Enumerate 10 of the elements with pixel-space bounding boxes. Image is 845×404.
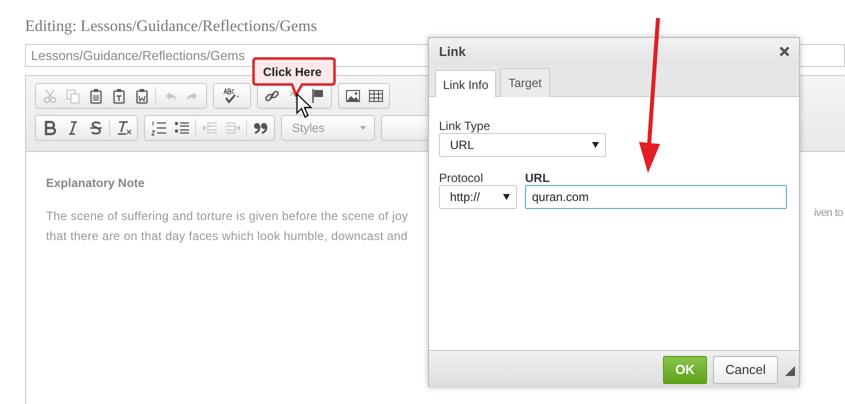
field-label: Protocol (439, 171, 484, 185)
field-label: Link Type (439, 119, 492, 133)
note-heading: Explanatory Note (46, 175, 145, 192)
page-title: Editing: Lessons/Guidance/Reflections/Gems (25, 17, 318, 37)
paragraph-line: iven to (814, 206, 843, 221)
dialog-title: Link (439, 42, 466, 61)
paragraph-line: that there are on that day faces which look humble, downcast and (46, 228, 408, 245)
field-label: URL (525, 171, 551, 185)
paragraph-line: The scene of suffering and torture is given before the scene of joy (46, 208, 408, 225)
callout-text: Click Here (263, 65, 322, 79)
